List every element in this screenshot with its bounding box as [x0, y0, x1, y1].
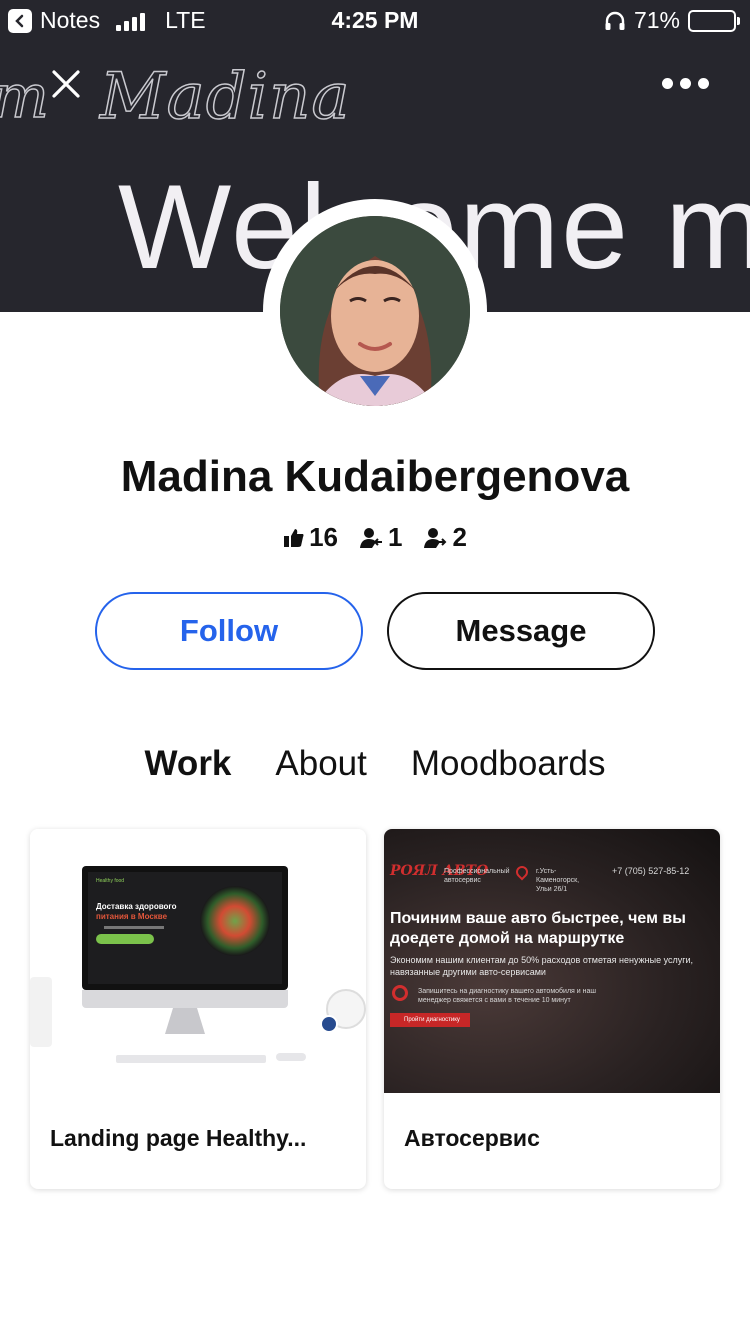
project-title[interactable]: Автосервис [404, 1125, 704, 1152]
followers-stat[interactable]: 1 [359, 522, 403, 553]
thumb-text-line [104, 926, 164, 929]
search-icon [392, 985, 408, 1001]
thumb-brand: Healthy food [96, 878, 125, 884]
imac-chin [82, 990, 288, 1008]
follow-button[interactable]: Follow [95, 592, 363, 670]
project-card[interactable]: Healthy food Доставка здорового питания … [30, 829, 366, 1189]
thumb-address: г.Усть-Каменогорск, Ульи 26/1 [536, 868, 580, 893]
keyboard [116, 1055, 266, 1063]
tab-moodboards[interactable]: Moodboards [411, 744, 606, 784]
profile-stats: 16 1 2 [0, 522, 750, 553]
thumb-cta [96, 934, 154, 944]
more-dot-icon [661, 77, 673, 89]
location-pin-icon [513, 863, 531, 881]
message-button[interactable]: Message [387, 592, 655, 670]
vase-decor [30, 977, 52, 1047]
avatar-ring [263, 199, 487, 423]
status-bar: Notes LTE 4:25 PM 71% [0, 0, 750, 42]
project-thumbnail: РОЯЛ АВТО Профессиональный автосервис г.… [384, 829, 720, 1093]
profile-tabs: Work About Moodboards [0, 744, 750, 784]
landing-page-preview: Healthy food Доставка здорового питания … [88, 872, 282, 984]
battery-percent: 71% [633, 7, 680, 33]
following-stat[interactable]: 2 [424, 522, 467, 553]
thumb-cta: Пройти диагностику [390, 1013, 470, 1027]
project-thumbnail: Healthy food Доставка здорового питания … [30, 829, 366, 1093]
thumb-phone: +7 (705) 527-85-12 [612, 866, 690, 876]
food-plate [200, 886, 270, 956]
cover-script-partial: m [0, 61, 50, 133]
following-icon [424, 527, 447, 548]
status-right: 71% [604, 7, 740, 34]
battery-icon [688, 9, 740, 32]
thumb-headline-2: питания в Москве [96, 912, 168, 921]
cover-script-name: Madina [99, 59, 351, 135]
thumb-tagline: Профессиональный автосервис [444, 868, 510, 884]
thumb-headline-1: Доставка здорового [96, 902, 177, 911]
appreciations-stat: 16 [283, 522, 338, 553]
close-button[interactable] [44, 62, 88, 106]
followers-icon [359, 527, 382, 548]
tab-about[interactable]: About [275, 744, 366, 784]
project-card[interactable]: РОЯЛ АВТО Профессиональный автосервис г.… [384, 829, 720, 1189]
thumb-cta-label: Пройти диагностику [404, 1017, 460, 1023]
tab-work[interactable]: Work [145, 744, 232, 784]
thumb-headline: Починим ваше авто быстрее, чем вы доедет… [390, 910, 686, 947]
more-dot-icon [697, 77, 709, 89]
cup-decor [320, 1015, 338, 1033]
following-count: 2 [452, 522, 467, 552]
project-title[interactable]: Landing page Healthy... [50, 1125, 350, 1152]
thumbs-up-icon [284, 528, 304, 547]
more-dot-icon [679, 77, 691, 89]
followers-count: 1 [387, 522, 403, 552]
thumb-subtext: Экономим нашим клиентам до 50% расходов … [390, 955, 694, 977]
avatar-portrait [280, 216, 470, 406]
appreciations-count: 16 [309, 522, 338, 552]
close-icon [52, 70, 80, 98]
thumb-note: Запишитесь на диагностику вашего автомоб… [418, 988, 596, 1004]
more-options-button[interactable] [650, 66, 720, 100]
imac-stand [165, 1008, 205, 1034]
profile-name: Madina Kudaibergenova [120, 452, 630, 501]
avatar[interactable] [280, 216, 470, 406]
imac-screen: Healthy food Доставка здорового питания … [82, 866, 288, 990]
headphones-icon [605, 11, 625, 30]
mouse [276, 1053, 306, 1061]
